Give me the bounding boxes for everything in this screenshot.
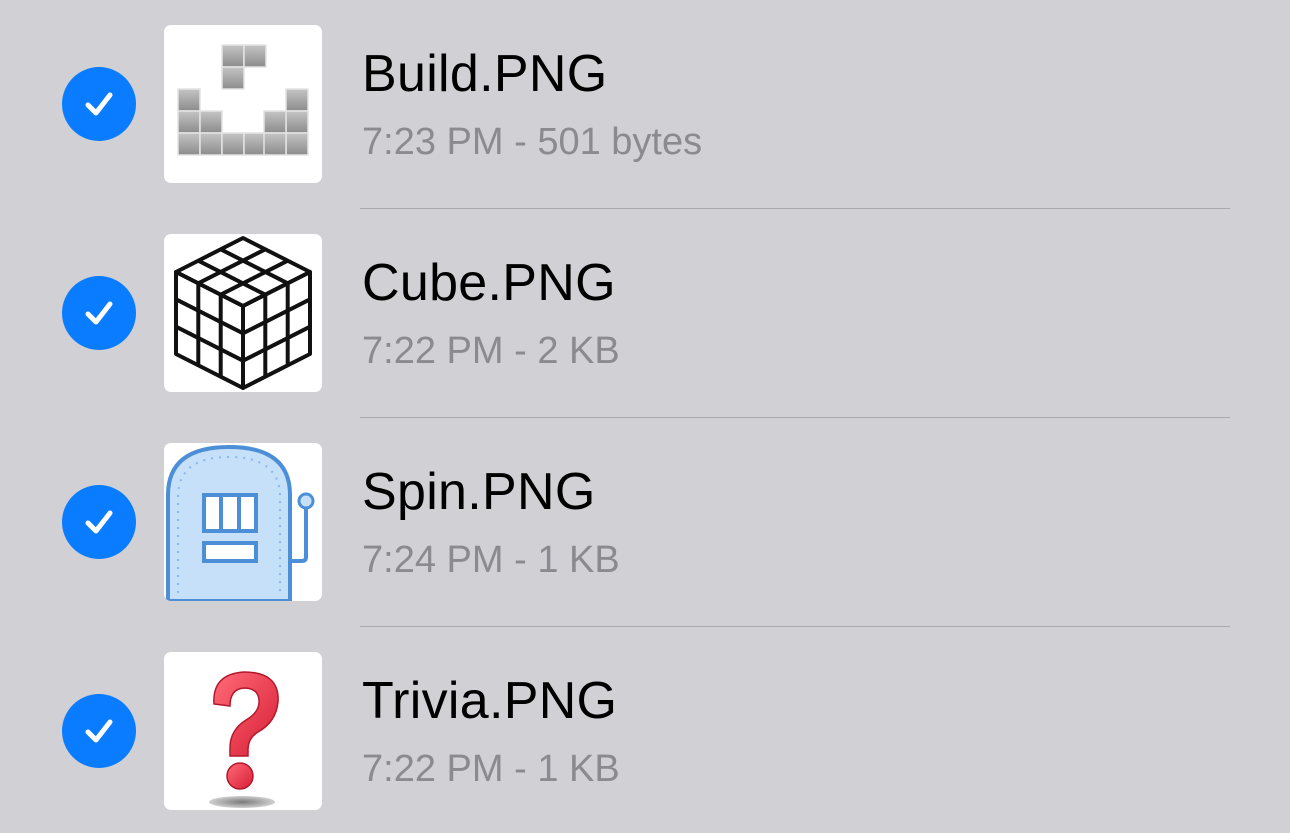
file-time: 7:22 PM (362, 330, 504, 372)
meta-separator: - (503, 121, 538, 163)
file-thumbnail[interactable] (164, 234, 322, 392)
meta-separator: - (503, 330, 538, 372)
file-size: 1 KB (537, 539, 620, 581)
file-thumbnail[interactable] (164, 25, 322, 183)
file-row-build[interactable]: Build.PNG 7:23 PM - 501 bytes (0, 0, 1290, 209)
file-row-cube[interactable]: Cube.PNG 7:22 PM - 2 KB (0, 209, 1290, 418)
meta-separator: - (503, 539, 538, 581)
file-list: Build.PNG 7:23 PM - 501 bytes Cube.PNG 7… (0, 0, 1290, 833)
slot-machine-icon (166, 444, 315, 601)
checkmark-icon (85, 92, 113, 116)
file-metadata: 7:24 PM - 1 KB (362, 536, 620, 584)
checkmark-icon (85, 719, 113, 743)
file-metadata: 7:23 PM - 501 bytes (362, 118, 702, 166)
file-name[interactable]: Spin.PNG (362, 460, 596, 524)
file-metadata: 7:22 PM - 2 KB (362, 327, 620, 375)
file-size: 2 KB (537, 330, 620, 372)
file-size: 501 bytes (537, 121, 703, 163)
file-metadata: 7:22 PM - 1 KB (362, 745, 620, 793)
selection-checkmark[interactable] (62, 694, 136, 768)
file-name[interactable]: Trivia.PNG (362, 669, 617, 733)
checkmark-icon (85, 510, 113, 534)
selection-checkmark[interactable] (62, 67, 136, 141)
file-time: 7:23 PM (362, 121, 504, 163)
file-name[interactable]: Build.PNG (362, 42, 607, 106)
file-size: 1 KB (537, 748, 620, 790)
checkmark-icon (85, 301, 113, 325)
build-blocks-icon (177, 44, 309, 156)
file-row-trivia[interactable]: Trivia.PNG 7:22 PM - 1 KB (0, 627, 1290, 833)
file-thumbnail[interactable] (164, 652, 322, 810)
file-thumbnail[interactable] (164, 443, 322, 601)
selection-checkmark[interactable] (62, 276, 136, 350)
question-mark-icon (209, 671, 279, 808)
file-time: 7:22 PM (362, 748, 504, 790)
file-row-spin[interactable]: Spin.PNG 7:24 PM - 1 KB (0, 418, 1290, 627)
selection-checkmark[interactable] (62, 485, 136, 559)
file-time: 7:24 PM (362, 539, 504, 581)
cube-icon (174, 236, 312, 390)
file-name[interactable]: Cube.PNG (362, 251, 616, 315)
meta-separator: - (503, 748, 538, 790)
